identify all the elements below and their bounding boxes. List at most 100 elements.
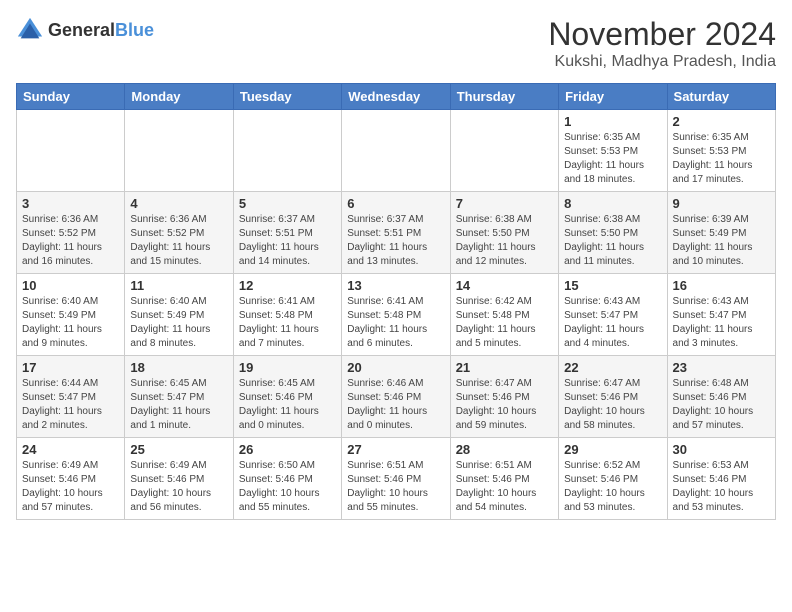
calendar-table: SundayMondayTuesdayWednesdayThursdayFrid…	[16, 83, 776, 520]
day-info: Sunrise: 6:37 AM Sunset: 5:51 PM Dayligh…	[347, 213, 444, 269]
day-info: Sunrise: 6:39 AM Sunset: 5:49 PM Dayligh…	[673, 213, 770, 269]
day-info: Sunrise: 6:49 AM Sunset: 5:46 PM Dayligh…	[22, 459, 119, 515]
day-number: 16	[673, 278, 770, 293]
calendar-cell: 23 Sunrise: 6:48 AM Sunset: 5:46 PM Dayli…	[667, 356, 775, 438]
day-number: 20	[347, 360, 444, 375]
calendar-cell: 11Sunrise: 6:40 AM Sunset: 5:49 PM Dayli…	[125, 274, 233, 356]
calendar-cell: 22 Sunrise: 6:47 AM Sunset: 5:46 PM Dayli…	[559, 356, 667, 438]
day-info: Sunrise: 6:35 AM Sunset: 5:53 PM Dayligh…	[673, 131, 770, 187]
day-info: Sunrise: 6:35 AM Sunset: 5:53 PM Dayligh…	[564, 131, 661, 187]
day-number: 26	[239, 442, 336, 457]
day-number: 15	[564, 278, 661, 293]
day-info: Sunrise: 6:37 AM Sunset: 5:51 PM Dayligh…	[239, 213, 336, 269]
day-info: Sunrise: 6:51 AM Sunset: 5:46 PM Dayligh…	[456, 459, 553, 515]
day-number: 9	[673, 196, 770, 211]
weekday-header-row: SundayMondayTuesdayWednesdayThursdayFrid…	[17, 84, 776, 110]
calendar-cell	[17, 110, 125, 192]
day-number: 22	[564, 360, 661, 375]
calendar-cell: 15Sunrise: 6:43 AM Sunset: 5:47 PM Dayli…	[559, 274, 667, 356]
logo-icon	[16, 16, 44, 44]
calendar-cell: 10 Sunrise: 6:40 AM Sunset: 5:49 PM Dayli…	[17, 274, 125, 356]
calendar-week-row: 24 Sunrise: 6:49 AM Sunset: 5:46 PM Dayli…	[17, 438, 776, 520]
calendar-cell: 6Sunrise: 6:37 AM Sunset: 5:51 PM Daylig…	[342, 192, 450, 274]
calendar-cell	[450, 110, 558, 192]
calendar-cell	[233, 110, 341, 192]
day-info: Sunrise: 6:45 AM Sunset: 5:47 PM Dayligh…	[130, 377, 227, 433]
calendar-cell: 27 Sunrise: 6:51 AM Sunset: 5:46 PM Dayli…	[342, 438, 450, 520]
day-number: 12	[239, 278, 336, 293]
day-info: Sunrise: 6:50 AM Sunset: 5:46 PM Dayligh…	[239, 459, 336, 515]
day-info: Sunrise: 6:44 AM Sunset: 5:47 PM Dayligh…	[22, 377, 119, 433]
day-info: Sunrise: 6:36 AM Sunset: 5:52 PM Dayligh…	[22, 213, 119, 269]
day-info: Sunrise: 6:47 AM Sunset: 5:46 PM Dayligh…	[456, 377, 553, 433]
day-number: 17	[22, 360, 119, 375]
logo-text-blue: Blue	[115, 20, 154, 40]
day-info: Sunrise: 6:51 AM Sunset: 5:46 PM Dayligh…	[347, 459, 444, 515]
day-info: Sunrise: 6:40 AM Sunset: 5:49 PM Dayligh…	[22, 295, 119, 351]
calendar-cell: 17 Sunrise: 6:44 AM Sunset: 5:47 PM Dayli…	[17, 356, 125, 438]
calendar-week-row: 1 Sunrise: 6:35 AM Sunset: 5:53 PM Daylig…	[17, 110, 776, 192]
calendar-week-row: 3 Sunrise: 6:36 AM Sunset: 5:52 PM Daylig…	[17, 192, 776, 274]
location-subtitle: Kukshi, Madhya Pradesh, India	[548, 53, 776, 71]
day-info: Sunrise: 6:41 AM Sunset: 5:48 PM Dayligh…	[347, 295, 444, 351]
day-number: 14	[456, 278, 553, 293]
calendar-cell: 28 Sunrise: 6:51 AM Sunset: 5:46 PM Dayli…	[450, 438, 558, 520]
logo: GeneralBlue	[16, 16, 154, 44]
calendar-cell: 29 Sunrise: 6:52 AM Sunset: 5:46 PM Dayli…	[559, 438, 667, 520]
calendar-cell: 2Sunrise: 6:35 AM Sunset: 5:53 PM Daylig…	[667, 110, 775, 192]
day-number: 24	[22, 442, 119, 457]
calendar-cell: 20Sunrise: 6:46 AM Sunset: 5:46 PM Dayli…	[342, 356, 450, 438]
day-number: 23	[673, 360, 770, 375]
calendar-cell: 19Sunrise: 6:45 AM Sunset: 5:46 PM Dayli…	[233, 356, 341, 438]
day-info: Sunrise: 6:47 AM Sunset: 5:46 PM Dayligh…	[564, 377, 661, 433]
calendar-week-row: 17 Sunrise: 6:44 AM Sunset: 5:47 PM Dayli…	[17, 356, 776, 438]
day-info: Sunrise: 6:43 AM Sunset: 5:47 PM Dayligh…	[673, 295, 770, 351]
day-info: Sunrise: 6:53 AM Sunset: 5:46 PM Dayligh…	[673, 459, 770, 515]
weekday-header-sunday: Sunday	[17, 84, 125, 110]
title-block: November 2024 Kukshi, Madhya Pradesh, In…	[548, 16, 776, 71]
day-number: 28	[456, 442, 553, 457]
weekday-header-wednesday: Wednesday	[342, 84, 450, 110]
day-info: Sunrise: 6:52 AM Sunset: 5:46 PM Dayligh…	[564, 459, 661, 515]
calendar-cell: 30 Sunrise: 6:53 AM Sunset: 5:46 PM Dayli…	[667, 438, 775, 520]
calendar-cell: 25Sunrise: 6:49 AM Sunset: 5:46 PM Dayli…	[125, 438, 233, 520]
day-info: Sunrise: 6:48 AM Sunset: 5:46 PM Dayligh…	[673, 377, 770, 433]
day-number: 25	[130, 442, 227, 457]
day-number: 29	[564, 442, 661, 457]
weekday-header-friday: Friday	[559, 84, 667, 110]
day-number: 10	[22, 278, 119, 293]
day-number: 8	[564, 196, 661, 211]
calendar-cell: 3 Sunrise: 6:36 AM Sunset: 5:52 PM Daylig…	[17, 192, 125, 274]
day-number: 7	[456, 196, 553, 211]
day-number: 27	[347, 442, 444, 457]
weekday-header-tuesday: Tuesday	[233, 84, 341, 110]
calendar-cell: 14 Sunrise: 6:42 AM Sunset: 5:48 PM Dayli…	[450, 274, 558, 356]
logo-text-general: General	[48, 20, 115, 40]
day-info: Sunrise: 6:41 AM Sunset: 5:48 PM Dayligh…	[239, 295, 336, 351]
calendar-cell: 9 Sunrise: 6:39 AM Sunset: 5:49 PM Daylig…	[667, 192, 775, 274]
calendar-cell: 4Sunrise: 6:36 AM Sunset: 5:52 PM Daylig…	[125, 192, 233, 274]
calendar-cell: 21Sunrise: 6:47 AM Sunset: 5:46 PM Dayli…	[450, 356, 558, 438]
calendar-cell: 24 Sunrise: 6:49 AM Sunset: 5:46 PM Dayli…	[17, 438, 125, 520]
calendar-cell: 12 Sunrise: 6:41 AM Sunset: 5:48 PM Dayli…	[233, 274, 341, 356]
day-number: 30	[673, 442, 770, 457]
day-info: Sunrise: 6:42 AM Sunset: 5:48 PM Dayligh…	[456, 295, 553, 351]
day-number: 1	[564, 114, 661, 129]
day-number: 3	[22, 196, 119, 211]
day-number: 5	[239, 196, 336, 211]
calendar-cell: 18 Sunrise: 6:45 AM Sunset: 5:47 PM Dayli…	[125, 356, 233, 438]
month-year-title: November 2024	[548, 16, 776, 53]
day-number: 18	[130, 360, 227, 375]
calendar-cell	[342, 110, 450, 192]
day-info: Sunrise: 6:36 AM Sunset: 5:52 PM Dayligh…	[130, 213, 227, 269]
calendar-cell: 1 Sunrise: 6:35 AM Sunset: 5:53 PM Daylig…	[559, 110, 667, 192]
weekday-header-thursday: Thursday	[450, 84, 558, 110]
calendar-cell: 26 Sunrise: 6:50 AM Sunset: 5:46 PM Dayli…	[233, 438, 341, 520]
calendar-cell: 13 Sunrise: 6:41 AM Sunset: 5:48 PM Dayli…	[342, 274, 450, 356]
calendar-week-row: 10 Sunrise: 6:40 AM Sunset: 5:49 PM Dayli…	[17, 274, 776, 356]
day-number: 13	[347, 278, 444, 293]
day-number: 11	[130, 278, 227, 293]
day-info: Sunrise: 6:45 AM Sunset: 5:46 PM Dayligh…	[239, 377, 336, 433]
calendar-cell: 5 Sunrise: 6:37 AM Sunset: 5:51 PM Daylig…	[233, 192, 341, 274]
day-info: Sunrise: 6:38 AM Sunset: 5:50 PM Dayligh…	[564, 213, 661, 269]
